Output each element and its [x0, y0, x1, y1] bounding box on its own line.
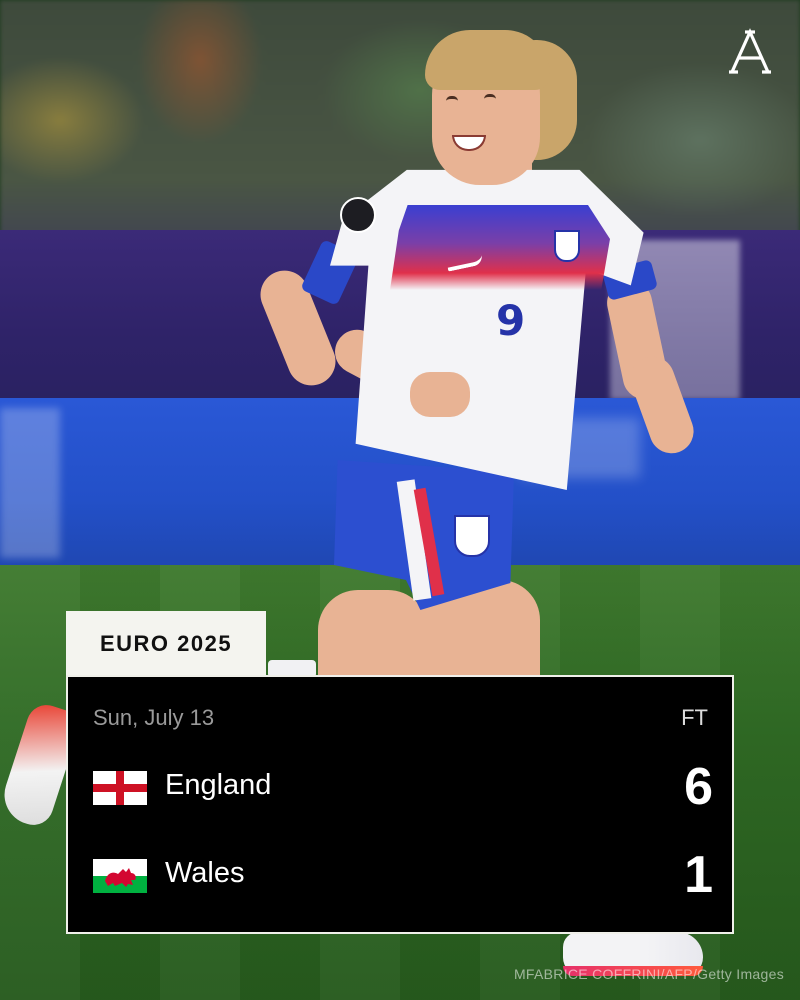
england-flag-icon [93, 771, 147, 805]
photo-credit: MFABRICE COFFRINI/AFP/Getty Images [513, 966, 784, 982]
player-eye-left [446, 96, 458, 101]
score-card: Sun, July 13 FT England 6 Wales 1 [66, 675, 734, 934]
player-hair [425, 30, 550, 90]
wales-flag-icon [93, 859, 147, 893]
team-row-home: England 6 [93, 757, 713, 817]
competition-label: EURO 2025 [99, 631, 233, 656]
match-date: Sun, July 13 [93, 705, 215, 730]
the-athletic-logo-icon [729, 28, 771, 74]
match-status: FT [681, 705, 708, 730]
shorts-crest-icon [454, 515, 490, 557]
away-team-name: Wales [165, 857, 245, 889]
competition-tab: EURO 2025 [66, 611, 266, 677]
shirt-number: 9 [496, 296, 526, 345]
away-team-score: 1 [684, 846, 713, 904]
team-row-away: Wales 1 [93, 845, 713, 905]
sleeve-patch-icon [340, 197, 376, 233]
player-left-hand [410, 372, 470, 417]
player-eye-right [484, 94, 496, 99]
home-team-name: England [165, 769, 272, 801]
home-team-score: 6 [684, 758, 713, 816]
england-crest-icon [554, 230, 580, 262]
player-right-forearm [624, 350, 700, 460]
